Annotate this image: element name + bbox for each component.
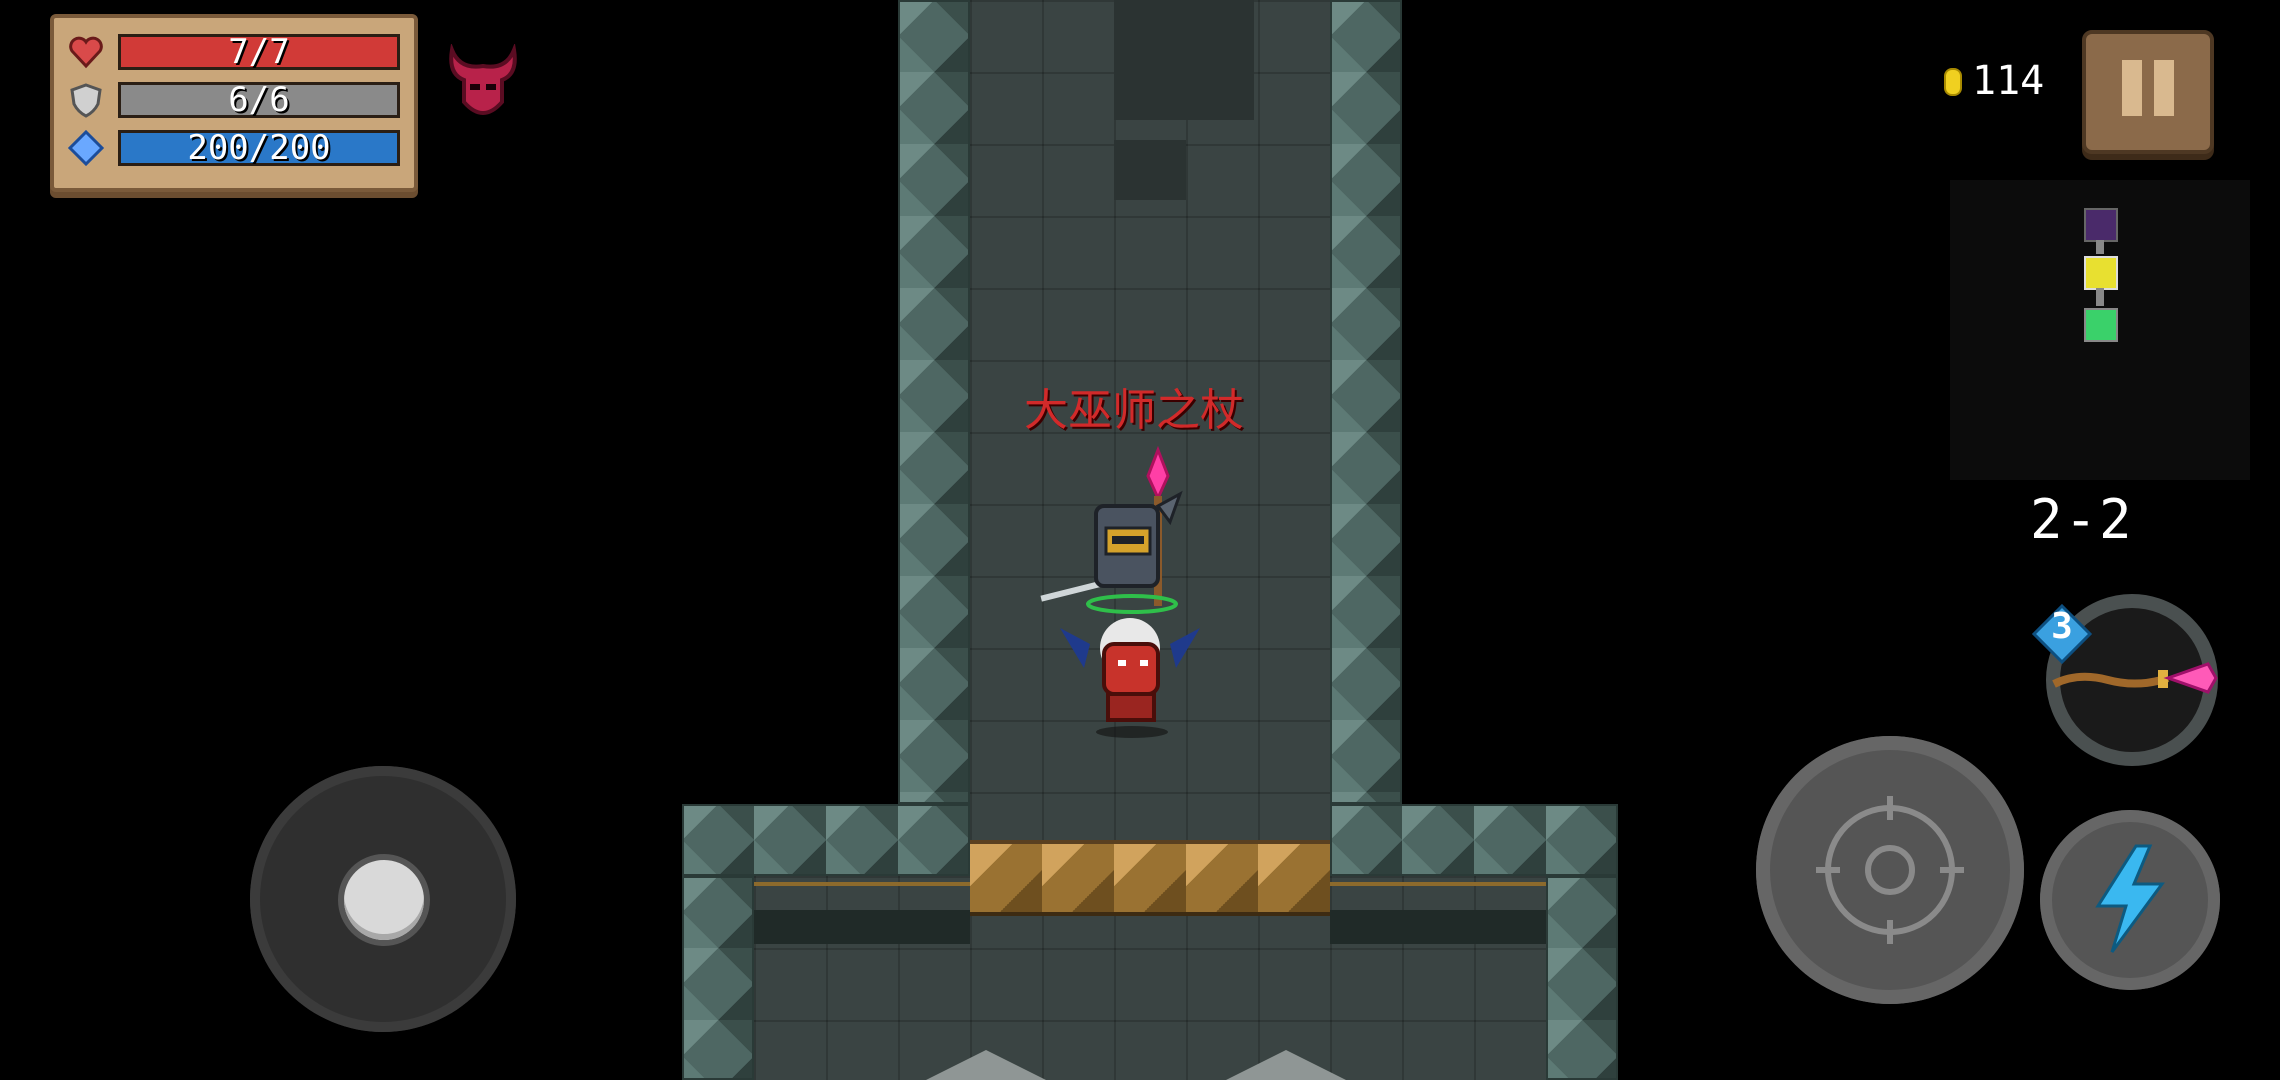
energy-diamond-icon <box>68 130 104 166</box>
wooden-doorway-steps <box>970 840 1330 916</box>
corridor-dark-stripe <box>1114 0 1254 120</box>
room-left-wall <box>682 876 754 1080</box>
armor-bar: 6/6 <box>118 82 400 118</box>
crosshair-icon <box>1816 796 1964 944</box>
pause-icon <box>2122 60 2142 116</box>
corridor-right-wall <box>1330 0 1402 804</box>
player-stats-panel: 7/7 6/6 200/200 <box>50 14 418 192</box>
pause-icon-bar-2 <box>2154 60 2174 116</box>
lightning-icon <box>2095 844 2165 953</box>
heart-icon <box>69 36 103 69</box>
demon-helmet-icon <box>449 44 517 115</box>
coin-icon <box>1946 70 1960 94</box>
room-rail-right <box>1330 882 1546 886</box>
weapon-pickup-label: 大巫师之杖 <box>1024 385 1244 436</box>
minimap-corridor <box>2096 240 2104 254</box>
knight-player-sprite <box>1040 446 1183 614</box>
shield-icon <box>70 83 102 118</box>
pause-button[interactable] <box>2082 30 2214 154</box>
level-indicator: 2-2 <box>2030 488 2134 551</box>
room-shadow-right <box>1330 910 1546 944</box>
coin-count: 114 <box>1972 58 2045 104</box>
energy-bar: 200/200 <box>118 130 400 166</box>
corridor-left-wall <box>898 0 970 804</box>
minimap[interactable] <box>1950 180 2250 480</box>
skill-button[interactable] <box>2040 810 2220 990</box>
corridor-dark-stripe-2 <box>1114 140 1186 200</box>
oni-pet-sprite <box>1060 618 1200 738</box>
joystick-icon[interactable] <box>344 860 424 940</box>
room-right-wall <box>1546 876 1618 1080</box>
weapon-energy-cost: 3 <box>2051 606 2073 647</box>
health-bar: 7/7 <box>118 34 400 70</box>
minimap-player-room <box>2084 308 2118 342</box>
floor-spikes-right <box>1226 1050 1346 1080</box>
room-top-wall-right <box>1330 804 1618 876</box>
floor-spikes-left <box>926 1050 1046 1080</box>
minimap-corridor-2 <box>2096 288 2104 306</box>
minimap-event-room <box>2084 256 2118 290</box>
minimap-boss-room <box>2084 208 2118 242</box>
room-top-wall-left <box>682 804 970 876</box>
attack-button[interactable] <box>1756 736 2024 1004</box>
room-rail-left <box>754 882 970 886</box>
room-shadow-left <box>754 910 970 944</box>
